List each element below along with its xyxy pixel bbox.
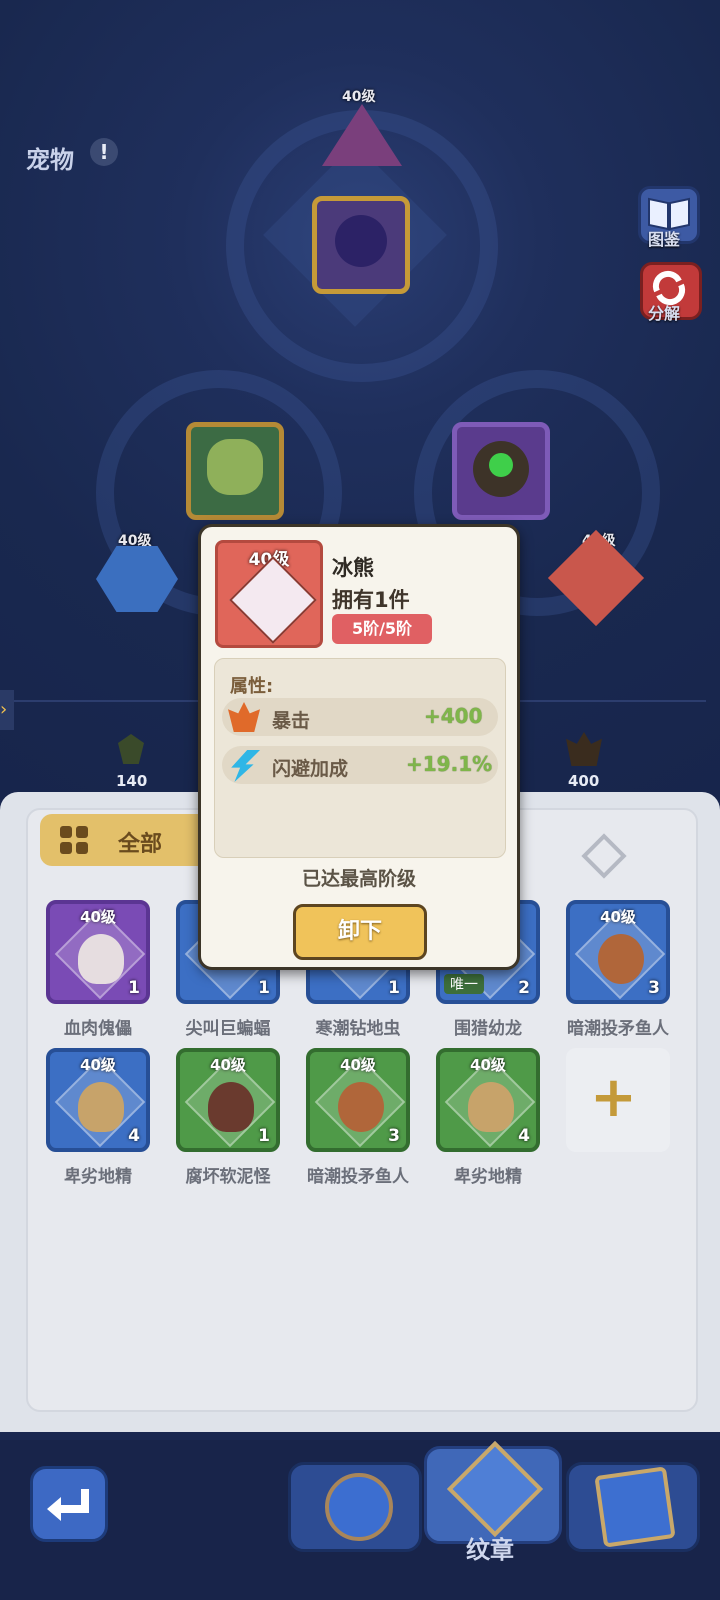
grid-icon [60, 826, 88, 854]
pet-name-4: 围猎幼龙 [454, 1019, 522, 1039]
add-pet-slot[interactable]: + [566, 1048, 670, 1152]
pet-name-1: 血肉傀儡 [64, 1019, 132, 1039]
paw-book-tab[interactable] [566, 1462, 700, 1552]
card-count: 2 [518, 978, 530, 998]
decompose-label: 分解 [648, 304, 681, 323]
return-arrow-icon [47, 1489, 89, 1521]
pet-avatar [338, 1082, 384, 1132]
pet-card-8[interactable]: 40级 3 [306, 1048, 410, 1152]
emblem-icon [446, 1440, 544, 1538]
top-slot-level: 40级 [342, 89, 376, 105]
attribute-title: 属性: [230, 676, 274, 697]
attribute-value-crit: +400 [424, 704, 483, 728]
pet-card-6[interactable]: 40级 4 [46, 1048, 150, 1152]
unique-tag: 唯一 [444, 974, 484, 994]
card-count: 1 [258, 978, 270, 998]
right-pet-slot[interactable] [452, 422, 550, 520]
page-title: 宠物 [26, 146, 74, 174]
card-count: 3 [388, 1126, 400, 1146]
pet-avatar [208, 1082, 254, 1132]
popup-pet-card: 40级 [215, 540, 323, 648]
pet-name-9: 卑劣地精 [454, 1167, 522, 1187]
pet-name-3: 寒潮钻地虫 [315, 1019, 401, 1039]
left-pet-avatar [207, 439, 263, 495]
pet-card-9[interactable]: 40级 4 [436, 1048, 540, 1152]
pet-avatar [468, 1082, 514, 1132]
card-count: 3 [648, 978, 660, 998]
paw-icon [325, 1473, 393, 1541]
card-count: 4 [128, 1126, 140, 1146]
main-pet-slot[interactable] [312, 196, 410, 294]
pet-name-8: 暗潮投矛鱼人 [307, 1167, 409, 1187]
shield-stat-value: 140 [116, 772, 148, 790]
emblem-tab-label: 纹章 [466, 1536, 514, 1564]
filter-all-label: 全部 [118, 832, 163, 857]
card-count: 4 [518, 1126, 530, 1146]
collection-label: 图鉴 [648, 230, 681, 249]
max-stage-text: 已达最高阶级 [301, 868, 416, 890]
plus-icon: + [590, 1065, 637, 1130]
card-count: 1 [128, 978, 140, 998]
left-edge-arrow[interactable]: › [0, 690, 14, 730]
top-slot-pet[interactable] [322, 104, 402, 166]
pet-name-5: 暗潮投矛鱼人 [567, 1019, 669, 1039]
right-pet-eye [489, 453, 513, 477]
pet-name-6: 卑劣地精 [64, 1167, 132, 1187]
pet-avatar [78, 934, 124, 984]
pet-paw-tab[interactable] [288, 1462, 422, 1552]
info-icon[interactable]: ! [90, 138, 118, 166]
pet-card-5[interactable]: 40级 3 [566, 900, 670, 1004]
card-count: 1 [258, 1126, 270, 1146]
pet-card-7[interactable]: 40级 1 [176, 1048, 280, 1152]
attribute-name-dodge: 闪避加成 [272, 758, 349, 780]
pet-avatar [78, 1082, 124, 1132]
pet-card-1[interactable]: 40级 1 [46, 900, 150, 1004]
attribute-value-dodge: +19.1% [406, 752, 493, 776]
fire-stat-value: 400 [568, 772, 600, 790]
left-pet-slot[interactable] [186, 422, 284, 520]
pet-name-7: 腐坏软泥怪 [185, 1167, 271, 1187]
main-pet-avatar [335, 215, 387, 267]
card-count: 1 [388, 978, 400, 998]
back-button[interactable] [30, 1466, 108, 1542]
pet-avatar [598, 934, 644, 984]
pet-name-2: 尖叫巨蝙蝠 [185, 1019, 271, 1039]
popup-stage-badge: 5阶/5阶 [332, 614, 432, 644]
attribute-name-crit: 暴击 [272, 710, 311, 732]
paw-book-icon [594, 1466, 676, 1548]
popup-pet-name: 冰熊 [332, 556, 374, 580]
unequip-button[interactable]: 卸下 [293, 904, 427, 960]
popup-owned-count: 拥有1件 [332, 588, 410, 612]
